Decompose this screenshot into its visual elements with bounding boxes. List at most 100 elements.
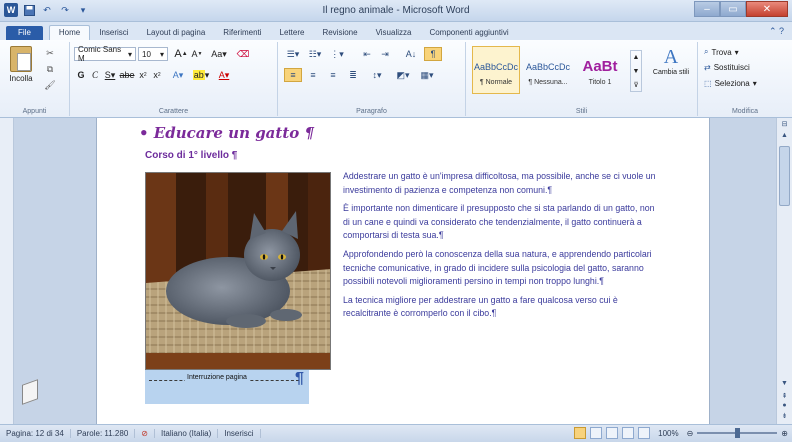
page-break[interactable]: Interruzione pagina ¶ xyxy=(145,370,309,404)
clipboard-group-label: Appunti xyxy=(22,108,47,115)
chevron-down-icon: ▾ xyxy=(752,79,757,88)
subscript-icon[interactable]: x2 xyxy=(138,68,148,82)
tab-home[interactable]: Home xyxy=(48,25,91,40)
underline-icon[interactable]: S▾ xyxy=(104,68,116,82)
styles-group-label: Stili xyxy=(575,108,588,115)
document-subheading[interactable]: Corso di 1° livello ¶ xyxy=(145,150,237,161)
decrease-indent-icon[interactable]: ⇤ xyxy=(358,47,376,61)
paragraph[interactable]: Approfondendo però la conoscenza della s… xyxy=(343,248,661,289)
draft-view-icon[interactable] xyxy=(638,427,651,439)
help-icon[interactable]: ⌃ ? xyxy=(769,26,784,37)
align-right-icon[interactable]: ≡ xyxy=(324,68,342,82)
copy-icon[interactable]: ⧉ xyxy=(42,64,58,76)
shading-icon[interactable]: ◩▾ xyxy=(394,68,412,82)
paragraph[interactable]: Addestrare un gatto è un'impresa diffico… xyxy=(343,170,661,197)
line-spacing-icon[interactable]: ↕▾ xyxy=(368,68,386,82)
zoom-in-icon[interactable]: ⊕ xyxy=(781,429,788,438)
find-button[interactable]: ⌕ Trova ▾ xyxy=(704,47,739,57)
outline-view-icon[interactable] xyxy=(622,427,635,439)
page-indicator[interactable]: Pagina: 12 di 34 xyxy=(0,429,71,438)
tab-mailings[interactable]: Lettere xyxy=(271,26,314,40)
zoom-slider[interactable] xyxy=(697,428,778,438)
shrink-font-icon[interactable]: A ▼ xyxy=(190,47,204,61)
scroll-down-icon[interactable]: ▼ xyxy=(779,380,790,390)
change-styles-icon: A xyxy=(663,46,679,68)
tab-review[interactable]: Revisione xyxy=(313,26,366,40)
margin-pointer-icon xyxy=(22,379,38,405)
ruler-toggle-icon[interactable]: ⊟ xyxy=(779,120,790,130)
format-painter-icon[interactable]: 🖌 xyxy=(42,80,58,92)
close-button[interactable]: ✕ xyxy=(746,1,788,17)
strikethrough-icon[interactable]: abe xyxy=(119,68,134,82)
change-case-icon[interactable]: Aa▾ xyxy=(210,47,228,61)
tab-page-layout[interactable]: Layout di pagina xyxy=(138,26,215,40)
word-count[interactable]: Parole: 11.280 xyxy=(71,429,136,438)
maximize-button[interactable]: ▭ xyxy=(720,1,746,17)
style-heading-1[interactable]: AaBt Titolo 1 xyxy=(576,46,624,94)
bullets-icon[interactable]: ☰▾ xyxy=(284,47,302,61)
print-layout-view-icon[interactable] xyxy=(574,427,587,439)
zoom-level[interactable]: 100% xyxy=(658,429,678,438)
proofing-icon[interactable]: ⊘ xyxy=(135,429,155,438)
minimize-button[interactable]: – xyxy=(694,1,720,17)
zoom-slider-knob[interactable] xyxy=(735,428,741,438)
style-normal-sample: AaBbCcDc xyxy=(473,61,518,72)
body-text[interactable]: Addestrare un gatto è un'impresa diffico… xyxy=(343,170,661,326)
style-no-spacing[interactable]: AaBbCcDc ¶ Nessuna... xyxy=(524,46,572,94)
style-no-spacing-sample: AaBbCcDc xyxy=(525,61,570,72)
styles-scroll-icon[interactable]: ▲ ▼ ⊽ xyxy=(630,50,642,92)
numbering-icon[interactable]: ☷▾ xyxy=(306,47,324,61)
tab-references[interactable]: Riferimenti xyxy=(214,26,270,40)
window-title: Il regno animale - Microsoft Word xyxy=(322,5,470,16)
paragraph[interactable]: La tecnica migliore per addestrare un ga… xyxy=(343,294,661,321)
language-indicator[interactable]: Italiano (Italia) xyxy=(155,429,219,438)
document-page[interactable]: • Educare un gatto ¶ Corso di 1° livello… xyxy=(96,118,710,424)
cut-icon[interactable]: ✂ xyxy=(42,48,58,60)
borders-icon[interactable]: ▦▾ xyxy=(418,68,436,82)
bold-icon[interactable]: G xyxy=(76,68,86,82)
font-size-combo[interactable]: 10 ▾ xyxy=(138,47,168,61)
sort-icon[interactable]: A↓ xyxy=(402,47,420,61)
document-area: • Educare un gatto ¶ Corso di 1° livello… xyxy=(0,118,792,424)
ribbon: Incolla ✂ ⧉ 🖌 Appunti Comic Sans M ▾ 10 ▾ … xyxy=(0,40,792,118)
italic-icon[interactable]: C xyxy=(90,68,100,82)
full-screen-view-icon[interactable] xyxy=(590,427,603,439)
align-center-icon[interactable]: ≡ xyxy=(304,68,322,82)
highlight-icon[interactable]: ab ▾ xyxy=(192,68,210,82)
previous-page-icon[interactable]: ⇞ xyxy=(779,392,790,402)
multilevel-list-icon[interactable]: ⋮▾ xyxy=(328,47,346,61)
scroll-thumb[interactable] xyxy=(779,146,790,206)
style-normal-name: ¶ Normale xyxy=(479,78,513,86)
tab-addins[interactable]: Componenti aggiuntivi xyxy=(420,26,517,40)
paste-icon xyxy=(10,46,32,72)
cat-photo[interactable] xyxy=(145,172,331,370)
browse-object-icon[interactable]: ● xyxy=(779,402,790,412)
change-styles-button[interactable]: A Cambia stili xyxy=(651,46,691,98)
zoom-out-icon[interactable]: ⊖ xyxy=(687,429,694,438)
tab-file[interactable]: File xyxy=(6,26,43,40)
replace-button[interactable]: ⇄ Sostituisci xyxy=(704,63,750,72)
increase-indent-icon[interactable]: ⇥ xyxy=(376,47,394,61)
paragraph[interactable]: È importante non dimenticare il presuppo… xyxy=(343,202,661,243)
select-button[interactable]: ⬚ Seleziona ▾ xyxy=(704,79,757,88)
tab-view[interactable]: Visualizza xyxy=(367,26,421,40)
show-formatting-marks-icon[interactable]: ¶ xyxy=(424,47,442,61)
style-normal[interactable]: AaBbCcDc ¶ Normale xyxy=(472,46,520,94)
web-layout-view-icon[interactable] xyxy=(606,427,619,439)
clear-formatting-icon[interactable]: ⌫ xyxy=(236,47,250,61)
document-heading[interactable]: • Educare un gatto ¶ xyxy=(139,124,314,142)
paste-button[interactable]: Incolla xyxy=(6,46,36,94)
grow-font-icon[interactable]: A ▲ xyxy=(174,47,188,61)
text-effects-icon[interactable]: A▾ xyxy=(170,68,186,82)
font-color-icon[interactable]: A▾ xyxy=(216,68,232,82)
justify-icon[interactable]: ≣ xyxy=(344,68,362,82)
scroll-up-icon[interactable]: ▲ xyxy=(779,132,790,142)
tab-insert[interactable]: Inserisci xyxy=(90,26,137,40)
vertical-scrollbar[interactable]: ⊟ ▲ ▼ ⇞ ● ⇟ xyxy=(776,118,792,424)
superscript-icon[interactable]: x2 xyxy=(152,68,162,82)
insert-mode-indicator[interactable]: Inserisci xyxy=(218,429,261,438)
font-name-combo[interactable]: Comic Sans M ▾ xyxy=(74,45,136,63)
replace-label: Sostituisci xyxy=(713,63,750,72)
next-page-icon[interactable]: ⇟ xyxy=(779,412,790,422)
align-left-icon[interactable]: ≡ xyxy=(284,68,302,82)
